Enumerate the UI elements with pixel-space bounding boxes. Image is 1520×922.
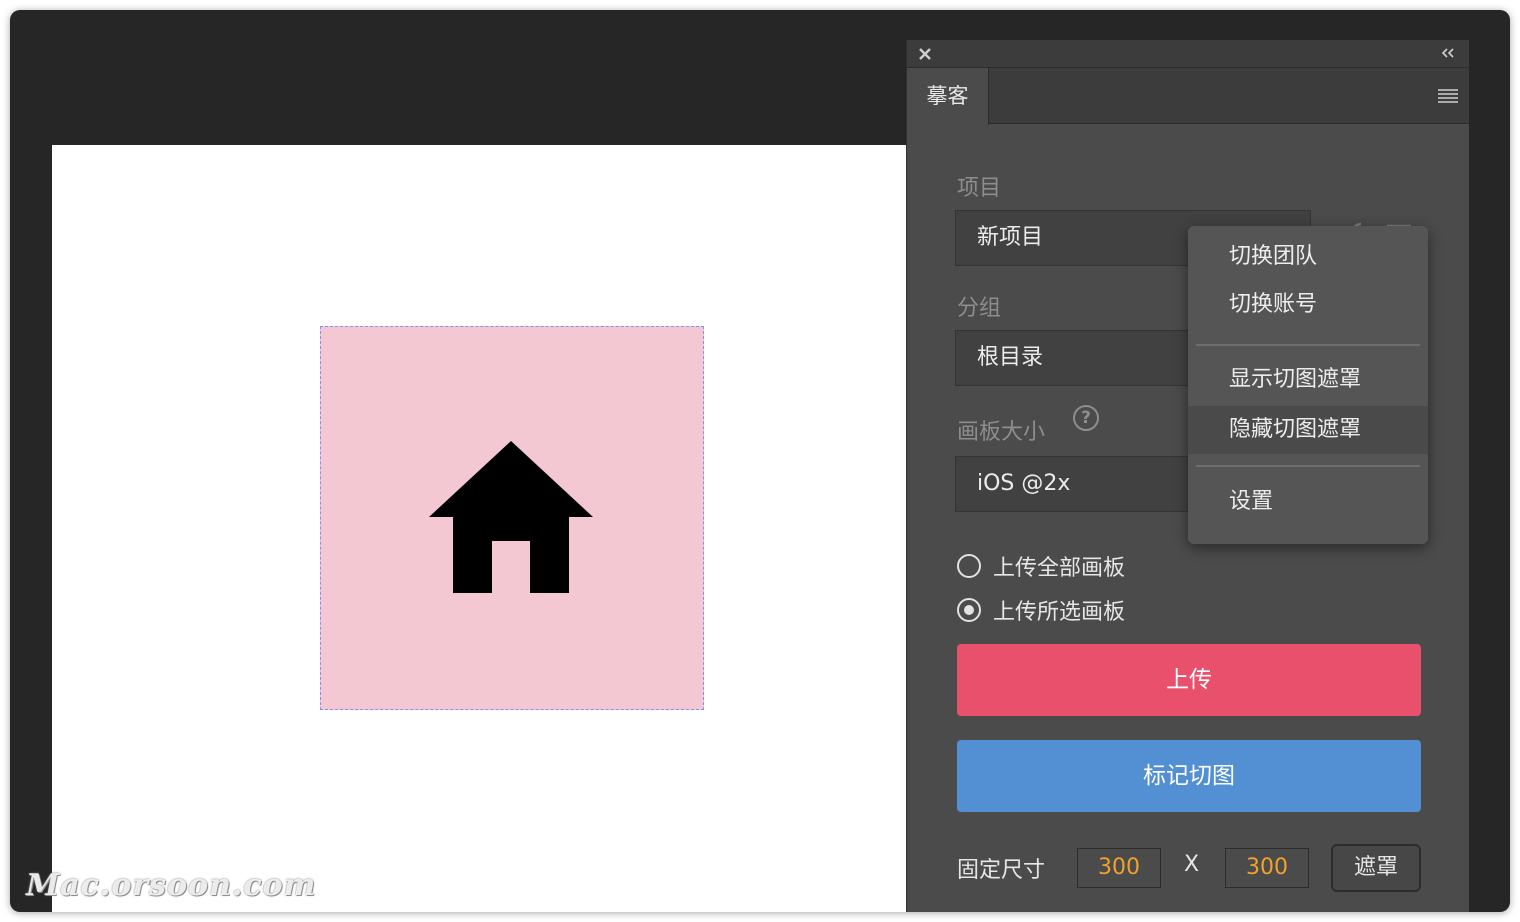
- menu-divider: [1196, 465, 1420, 467]
- radio-button[interactable]: [957, 554, 981, 578]
- menu-item-switch-account[interactable]: 切换账号: [1188, 281, 1428, 329]
- menu-item-hide-mask[interactable]: 隐藏切图遮罩: [1188, 406, 1428, 454]
- radio-upload-selected[interactable]: 上传所选画板: [957, 595, 1125, 625]
- artboard[interactable]: [320, 326, 704, 710]
- radio-label: 上传全部画板: [993, 556, 1126, 581]
- fixed-size-label: 固定尺寸: [957, 858, 1046, 883]
- watermark: Mac.orsoon.com: [26, 868, 317, 903]
- settings-dropdown-menu: 切换团队 切换账号 显示切图遮罩 隐藏切图遮罩 设置: [1188, 226, 1428, 544]
- height-input[interactable]: 300: [1225, 848, 1309, 888]
- project-label: 项目: [957, 176, 1002, 201]
- mask-button[interactable]: 遮罩: [1331, 844, 1421, 892]
- mark-slice-button[interactable]: 标记切图: [957, 740, 1421, 812]
- panel-topbar: [907, 40, 1469, 68]
- menu-item-show-mask[interactable]: 显示切图遮罩: [1188, 356, 1428, 404]
- size-separator: X: [1184, 852, 1200, 877]
- artboard-size-label: 画板大小: [957, 420, 1046, 445]
- house-icon: [429, 441, 593, 593]
- canvas[interactable]: [52, 145, 912, 912]
- radio-button-checked[interactable]: [957, 598, 981, 622]
- upload-button[interactable]: 上传: [957, 644, 1421, 716]
- collapse-icon[interactable]: [1439, 45, 1457, 61]
- tab-bar: 摹客: [907, 68, 1469, 125]
- help-icon[interactable]: ?: [1073, 405, 1099, 431]
- radio-label: 上传所选画板: [993, 600, 1126, 625]
- tab-moke[interactable]: 摹客: [907, 68, 989, 125]
- width-input[interactable]: 300: [1077, 848, 1161, 888]
- menu-item-settings[interactable]: 设置: [1188, 478, 1428, 526]
- group-label: 分组: [957, 296, 1002, 321]
- menu-item-switch-team[interactable]: 切换团队: [1188, 233, 1428, 281]
- panel-menu-icon[interactable]: [1437, 88, 1459, 104]
- close-icon[interactable]: [917, 46, 933, 62]
- menu-divider: [1196, 344, 1420, 346]
- radio-upload-all[interactable]: 上传全部画板: [957, 551, 1125, 581]
